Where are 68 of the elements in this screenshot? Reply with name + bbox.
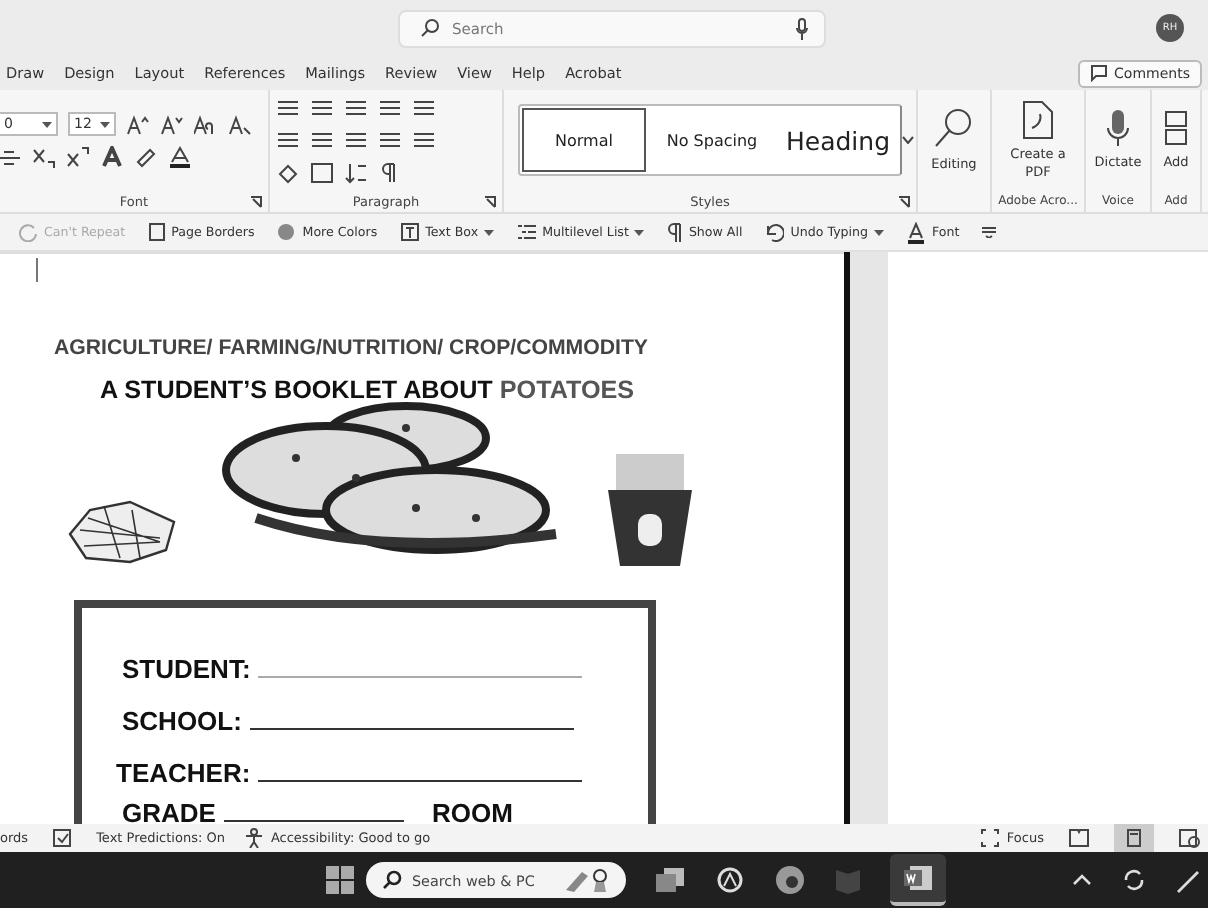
style-option[interactable]: Heading <box>776 106 900 174</box>
chevron-down-icon <box>484 229 495 235</box>
microphone-icon <box>796 17 808 39</box>
search-icon <box>382 870 402 890</box>
dialog-launcher-icon[interactable] <box>898 195 910 207</box>
strikethrough-icon[interactable] <box>0 146 22 168</box>
windows-icon[interactable] <box>326 866 354 894</box>
text-cursor <box>36 258 38 282</box>
font-color-icon <box>906 221 927 243</box>
task-view-icon[interactable] <box>654 866 686 894</box>
search-icon <box>932 106 976 151</box>
highlighter-icon[interactable] <box>134 146 158 168</box>
page-borders-icon <box>147 222 166 242</box>
gallery-more-button[interactable] <box>900 106 914 174</box>
web-layout-icon[interactable] <box>1178 828 1200 848</box>
clear-formatting-icon[interactable] <box>228 113 252 135</box>
network-icon[interactable] <box>1176 866 1200 894</box>
word-icon <box>902 864 934 892</box>
swirl-icon[interactable] <box>714 866 746 894</box>
field-label: TEACHER: <box>116 758 251 788</box>
pilcrow-icon <box>666 222 683 242</box>
text-box-icon <box>399 222 420 242</box>
chevron-down-icon <box>902 136 914 144</box>
sort-icon[interactable] <box>344 161 368 183</box>
borders-icon[interactable] <box>310 161 334 183</box>
comment-icon <box>1090 64 1109 82</box>
microphone-icon <box>1106 108 1130 149</box>
field-label: GRADE <box>122 798 216 824</box>
grow-font-icon[interactable] <box>126 113 150 135</box>
justify-icon[interactable] <box>378 129 402 151</box>
shading-icon[interactable] <box>276 161 300 183</box>
print-layout-button[interactable] <box>1114 824 1154 852</box>
grid-icon <box>1164 108 1188 149</box>
page-icon <box>1126 828 1142 848</box>
chevron-up-icon[interactable] <box>1072 874 1092 886</box>
document-subject: AGRICULTURE/ FARMING/NUTRITION/ CROP/COMMODITY <box>54 336 651 360</box>
style-option[interactable]: Normal <box>522 108 646 172</box>
field-label: SCHOOL: <box>122 706 242 736</box>
read-mode-icon[interactable] <box>1068 828 1090 848</box>
chevron-down-icon <box>874 229 885 235</box>
superscript-icon[interactable] <box>66 146 90 168</box>
dialog-launcher-icon[interactable] <box>250 195 262 207</box>
shrink-font-icon[interactable] <box>160 113 184 135</box>
font-color-icon[interactable] <box>168 146 192 168</box>
browser-icon[interactable] <box>774 864 806 896</box>
undo-icon <box>764 222 785 242</box>
subscript-icon[interactable] <box>32 146 56 168</box>
change-case-icon[interactable] <box>194 113 218 135</box>
document-title: A STUDENT’S BOOKLET ABOUT POTATOES <box>100 376 637 404</box>
color-wheel-icon <box>276 222 297 242</box>
chevron-down-icon <box>634 229 645 235</box>
text-effects-icon[interactable] <box>100 146 124 168</box>
dialog-launcher-icon[interactable] <box>484 195 496 207</box>
repeat-icon <box>18 222 38 242</box>
search-icon <box>420 18 440 38</box>
focus-icon <box>980 828 1001 848</box>
align-left-icon[interactable] <box>276 129 300 151</box>
chevron-down-icon <box>42 121 52 127</box>
sync-icon[interactable] <box>1120 866 1148 894</box>
document-icon <box>1020 100 1056 141</box>
customize-icon[interactable] <box>981 226 996 238</box>
field-label: ROOM <box>431 798 513 824</box>
accessibility-icon <box>244 828 265 848</box>
style-option[interactable]: No Spacing <box>648 106 776 174</box>
word-app-button[interactable] <box>890 854 946 906</box>
field-label: STUDENT: <box>122 654 251 684</box>
chevron-down-icon <box>100 121 110 127</box>
proofing-icon[interactable] <box>52 828 73 848</box>
